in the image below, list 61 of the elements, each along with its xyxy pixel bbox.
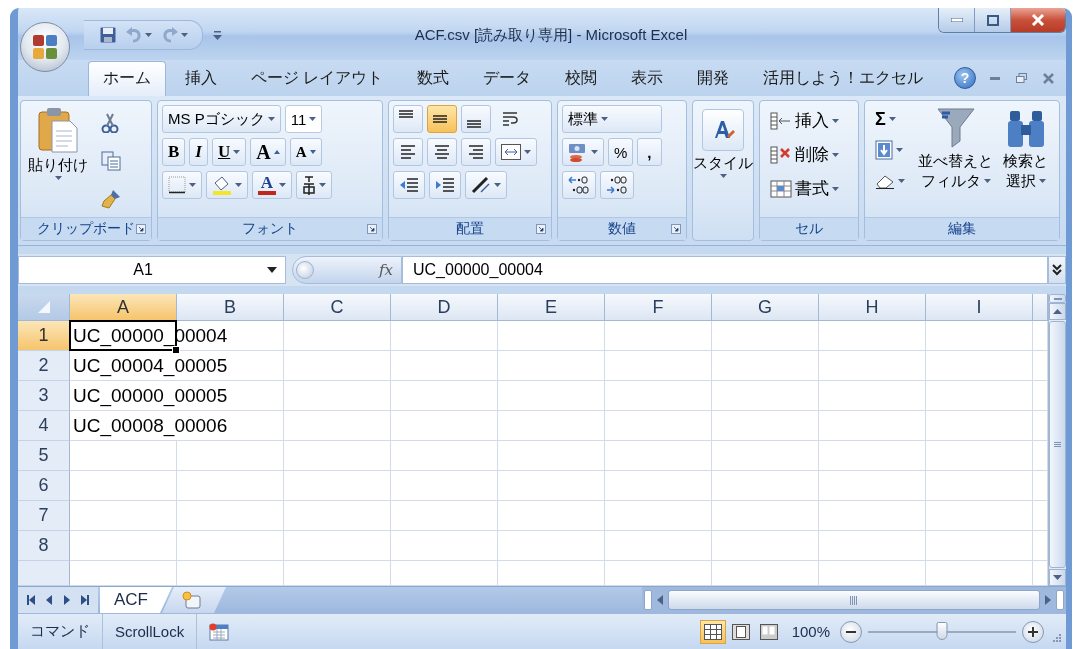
underline-button[interactable]: U bbox=[211, 138, 247, 166]
column-header[interactable]: B bbox=[177, 294, 284, 321]
sort-filter-button[interactable]: 並べ替えと フィルタ bbox=[915, 105, 996, 217]
row-header[interactable]: 3 bbox=[18, 381, 70, 411]
insert-function-button[interactable]: fx bbox=[377, 261, 395, 279]
column-header[interactable]: G bbox=[712, 294, 819, 321]
status-indicator: ScrollLock bbox=[103, 614, 198, 649]
format-cells-button[interactable]: 書式 bbox=[764, 173, 845, 204]
zoom-level[interactable]: 100% bbox=[791, 623, 830, 640]
column-header[interactable]: C bbox=[284, 294, 391, 321]
group-label: 編集 bbox=[948, 220, 976, 238]
ribbon-tab[interactable]: 表示 bbox=[616, 61, 679, 96]
table-cell: UC_00004_00005 bbox=[70, 351, 284, 381]
autosum-button[interactable]: Σ bbox=[869, 105, 911, 133]
ribbon-tab[interactable]: 数式 bbox=[402, 61, 465, 96]
status-mode: コマンド bbox=[18, 614, 103, 649]
ribbon-tab[interactable]: ホーム bbox=[88, 61, 166, 96]
table-cell: UC_00008_00006 bbox=[70, 411, 284, 441]
group-label: 配置 bbox=[456, 220, 484, 238]
ribbon-tab[interactable]: ページ レイアウト bbox=[236, 61, 399, 96]
column-header[interactable]: A bbox=[70, 294, 177, 321]
grow-font-button[interactable]: A bbox=[250, 138, 286, 166]
column-header[interactable]: F bbox=[605, 294, 712, 321]
column-header[interactable]: D bbox=[391, 294, 498, 321]
ribbon-tab[interactable]: 校閲 bbox=[550, 61, 613, 96]
paste-button[interactable]: 貼り付け bbox=[25, 105, 91, 217]
sheet-tab[interactable]: ACF bbox=[100, 587, 172, 613]
group-label: フォント bbox=[242, 220, 298, 238]
find-select-button[interactable]: 検索と 選択 bbox=[1000, 105, 1051, 217]
insert-cells-button[interactable]: 挿入 bbox=[764, 105, 845, 136]
formula-field[interactable]: UC_00000_00004 bbox=[402, 256, 1048, 284]
row-header[interactable]: 2 bbox=[18, 351, 70, 381]
font-color-button[interactable]: A bbox=[252, 171, 292, 199]
table-cell: UC_00000_00005 bbox=[70, 381, 284, 411]
comma-button[interactable]: , bbox=[637, 138, 662, 166]
row-header[interactable]: 7 bbox=[18, 501, 70, 531]
bold-button[interactable]: B bbox=[162, 138, 186, 166]
column-header[interactable]: H bbox=[819, 294, 926, 321]
ribbon-tab[interactable]: データ bbox=[468, 61, 547, 96]
row-header[interactable]: 4 bbox=[18, 411, 70, 441]
ribbon-tab[interactable]: 開発 bbox=[682, 61, 745, 96]
column-header[interactable]: E bbox=[498, 294, 605, 321]
window-title: ACF.csv [読み取り専用] - Microsoft Excel bbox=[413, 26, 689, 45]
delete-cells-button[interactable]: 削除 bbox=[764, 139, 845, 170]
row-header[interactable]: 1 bbox=[18, 321, 70, 351]
ribbon-tab[interactable]: 活用しよう！エクセル bbox=[748, 61, 939, 96]
group-label: 数値 bbox=[608, 220, 636, 238]
row-header[interactable]: 5 bbox=[18, 441, 70, 471]
number-format-combo[interactable]: 標準 bbox=[562, 105, 662, 133]
row-header[interactable]: 6 bbox=[18, 471, 70, 501]
column-header[interactable]: I bbox=[926, 294, 1033, 321]
italic-button[interactable]: I bbox=[189, 138, 208, 166]
percent-button[interactable]: % bbox=[608, 138, 634, 166]
row-header[interactable]: 8 bbox=[18, 531, 70, 561]
font-size-combo[interactable]: 11 bbox=[284, 105, 323, 133]
group-label: クリップボード bbox=[37, 220, 135, 238]
group-label: セル bbox=[795, 220, 823, 238]
name-box[interactable]: A1 bbox=[18, 256, 286, 284]
font-name-combo[interactable]: MS Pゴシック bbox=[162, 105, 281, 133]
ribbon-tab[interactable]: 挿入 bbox=[170, 61, 232, 96]
shrink-font-button[interactable]: A bbox=[289, 138, 322, 166]
